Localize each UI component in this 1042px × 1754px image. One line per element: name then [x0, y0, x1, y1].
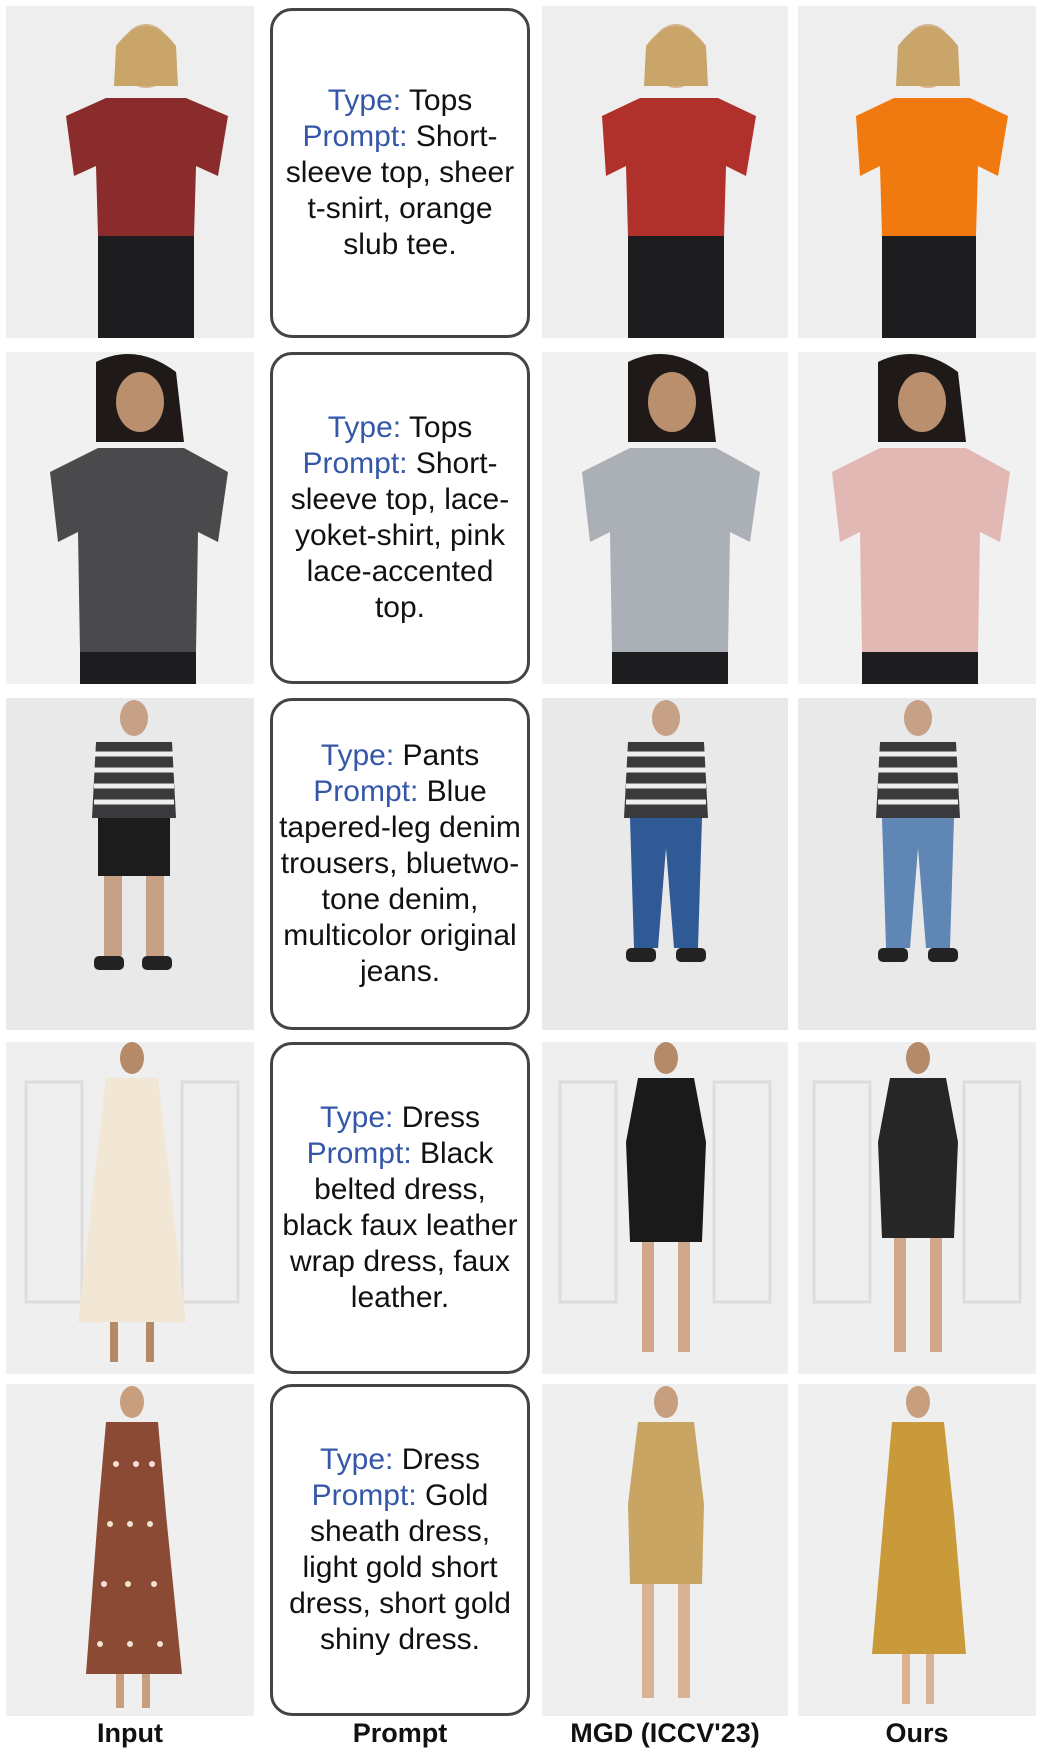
type-value: Pants	[402, 739, 480, 772]
input-image	[6, 1042, 254, 1374]
prompt-label: Prompt:	[302, 120, 408, 153]
type-label: Type:	[320, 739, 395, 772]
prompt-card: Type: Dress Prompt: Gold sheath dress, l…	[270, 1384, 530, 1716]
prompt-card: Type: Pants Prompt: Blue tapered-leg den…	[270, 698, 530, 1030]
type-label: Type:	[319, 1101, 394, 1134]
mgd-result-image	[542, 698, 788, 1030]
prompt-card: Type: Tops Prompt: Short-sleeve top, she…	[270, 8, 530, 338]
type-label: Type:	[327, 411, 402, 444]
prompt-label: Prompt:	[302, 447, 408, 480]
ours-result-image	[798, 6, 1036, 338]
column-label-input: Input	[97, 1718, 163, 1748]
ours-result-image	[798, 698, 1036, 1030]
ours-result-image	[798, 1042, 1036, 1374]
column-label-prompt: Prompt	[352, 1718, 448, 1748]
column-label-mgd: MGD (ICCV'23)	[570, 1718, 760, 1748]
comparison-row: Type: Dress Prompt: Gold sheath dress, l…	[0, 1384, 1042, 1716]
input-image	[6, 698, 254, 1030]
input-image	[6, 1384, 254, 1716]
mgd-result-image	[542, 6, 788, 338]
column-label-ours: Ours	[885, 1718, 949, 1748]
prompt-label: Prompt:	[306, 1137, 412, 1170]
mgd-result-image	[542, 352, 788, 684]
prompt-label: Prompt:	[311, 1479, 417, 1512]
prompt-card: Type: Tops Prompt: Short-sleeve top, lac…	[270, 352, 530, 684]
comparison-row: Type: Tops Prompt: Short-sleeve top, she…	[0, 6, 1042, 338]
input-image	[6, 6, 254, 338]
input-image	[6, 352, 254, 684]
prompt-label: Prompt:	[313, 775, 419, 808]
ours-result-image	[798, 1384, 1036, 1716]
mgd-result-image	[542, 1042, 788, 1374]
type-value: Dress	[401, 1443, 481, 1476]
comparison-row: Type: Pants Prompt: Blue tapered-leg den…	[0, 698, 1042, 1030]
comparison-row: Type: Dress Prompt: Black belted dress, …	[0, 1042, 1042, 1374]
type-label: Type:	[327, 84, 402, 117]
prompt-card: Type: Dress Prompt: Black belted dress, …	[270, 1042, 530, 1374]
ours-result-image	[798, 352, 1036, 684]
comparison-row: Type: Tops Prompt: Short-sleeve top, lac…	[0, 352, 1042, 684]
type-value: Tops	[408, 411, 473, 444]
type-value: Tops	[408, 84, 473, 117]
type-value: Dress	[401, 1101, 481, 1134]
mgd-result-image	[542, 1384, 788, 1716]
type-label: Type:	[319, 1443, 394, 1476]
